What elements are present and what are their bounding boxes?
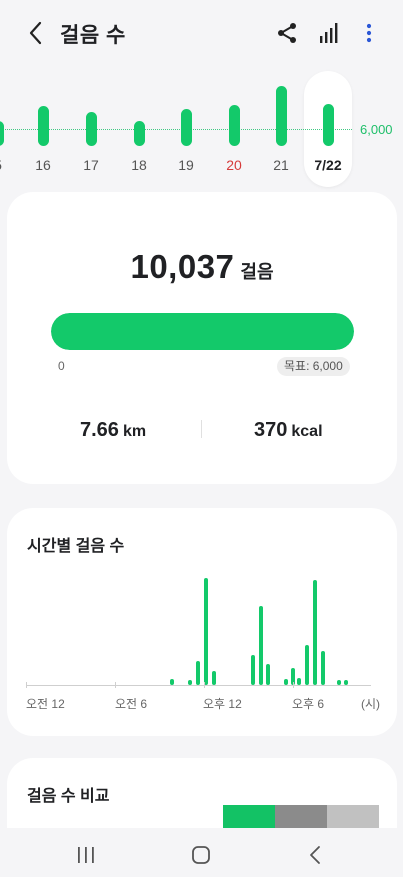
- hourly-bar: [211, 671, 216, 685]
- day-label[interactable]: 21: [261, 157, 301, 173]
- goal-line-label: 6,000: [360, 122, 393, 137]
- day-label[interactable]: 19: [166, 157, 206, 173]
- axis-tick: [204, 682, 205, 688]
- day-bar[interactable]: [322, 104, 334, 146]
- home-icon: [191, 845, 211, 865]
- hour-axis-label: 오후 12: [203, 697, 242, 711]
- back-arrow-icon: [28, 21, 42, 45]
- goal-chip: 목표: 6,000: [277, 357, 350, 376]
- hour-axis-label: (시): [361, 697, 381, 711]
- hourly-title: 시간별 걸음 수: [27, 538, 125, 555]
- day-label[interactable]: 20: [214, 157, 254, 173]
- day-bar[interactable]: [85, 112, 97, 146]
- hourly-bar: [313, 580, 318, 685]
- recent-apps-icon: [75, 846, 97, 864]
- hourly-bar: [251, 655, 256, 685]
- calories-stat: 370 kcal: [254, 419, 323, 442]
- distance-stat: 7.66 km: [80, 419, 146, 442]
- system-nav-bar: [0, 828, 403, 877]
- recent-apps-button[interactable]: [75, 846, 97, 864]
- hour-axis-label: 오전 6: [115, 697, 148, 711]
- day-label[interactable]: 5: [0, 157, 18, 173]
- hourly-bar: [284, 679, 289, 685]
- compare-bar-segment: [275, 805, 327, 829]
- hourly-bar: [169, 679, 174, 685]
- daily-steps-strip[interactable]: 6,000 5 16 17 18 19 20 21 7/22: [0, 66, 403, 188]
- day-label[interactable]: 18: [119, 157, 159, 173]
- hour-axis-label: 오전 12: [26, 697, 65, 711]
- share-icon: [274, 20, 300, 46]
- progress-min-label: 0: [58, 359, 65, 373]
- steps-total: 10,037 걸음: [7, 248, 397, 286]
- page-title: 걸음 수: [60, 24, 126, 47]
- axis-tick: [26, 682, 27, 688]
- hourly-bar: [258, 606, 263, 685]
- home-button[interactable]: [191, 845, 211, 865]
- calories-unit: kcal: [291, 423, 323, 440]
- hourly-steps-card[interactable]: 시간별 걸음 수 오전 12 오전 6 오후 12 오후 6 (시): [7, 508, 397, 736]
- app-header: 걸음 수: [0, 0, 403, 66]
- distance-unit: km: [122, 423, 147, 440]
- bar-chart-icon: [316, 20, 342, 46]
- back-button[interactable]: [22, 20, 48, 46]
- goal-line: [0, 129, 352, 130]
- calories-value: 370: [254, 419, 288, 441]
- day-bar[interactable]: [0, 121, 4, 146]
- compare-bar-segment: [223, 805, 275, 829]
- axis-tick: [293, 682, 294, 688]
- hourly-bar: [320, 651, 325, 685]
- hourly-bar: [304, 645, 309, 685]
- share-button[interactable]: [274, 20, 300, 46]
- hourly-bar: [336, 680, 341, 685]
- axis-tick: [115, 682, 116, 688]
- day-bar[interactable]: [133, 121, 145, 146]
- hourly-bar: [195, 661, 200, 685]
- more-options-button[interactable]: [358, 20, 380, 46]
- hourly-bar: [204, 578, 209, 685]
- stat-divider: [201, 420, 202, 438]
- day-bar[interactable]: [37, 106, 49, 146]
- nav-back-button[interactable]: [308, 845, 322, 865]
- compare-title: 걸음 수 비교: [27, 788, 110, 805]
- steps-unit: 걸음: [240, 262, 274, 282]
- steps-summary-card: 10,037 걸음 0 목표: 6,000 7.66 km 370 kcal: [7, 192, 397, 484]
- hour-axis-label: 오후 6: [292, 697, 325, 711]
- day-label[interactable]: 16: [23, 157, 63, 173]
- nav-back-icon: [308, 845, 322, 865]
- hourly-bar: [344, 680, 349, 685]
- chart-view-button[interactable]: [316, 20, 342, 46]
- goal-progress-fill: [51, 313, 354, 350]
- day-label[interactable]: 7/22: [308, 157, 348, 173]
- hourly-bar: [297, 678, 302, 685]
- compare-bar-segment: [327, 805, 379, 829]
- day-label[interactable]: 17: [71, 157, 111, 173]
- day-bar[interactable]: [180, 108, 192, 146]
- hourly-bar: [266, 664, 271, 685]
- steps-count: 10,037: [130, 248, 235, 285]
- hourly-axis: [26, 685, 371, 686]
- day-bar[interactable]: [228, 104, 240, 146]
- goal-progress-bar: [51, 313, 354, 350]
- more-vert-icon: [358, 20, 380, 46]
- day-bar[interactable]: [275, 86, 287, 146]
- distance-value: 7.66: [80, 419, 119, 441]
